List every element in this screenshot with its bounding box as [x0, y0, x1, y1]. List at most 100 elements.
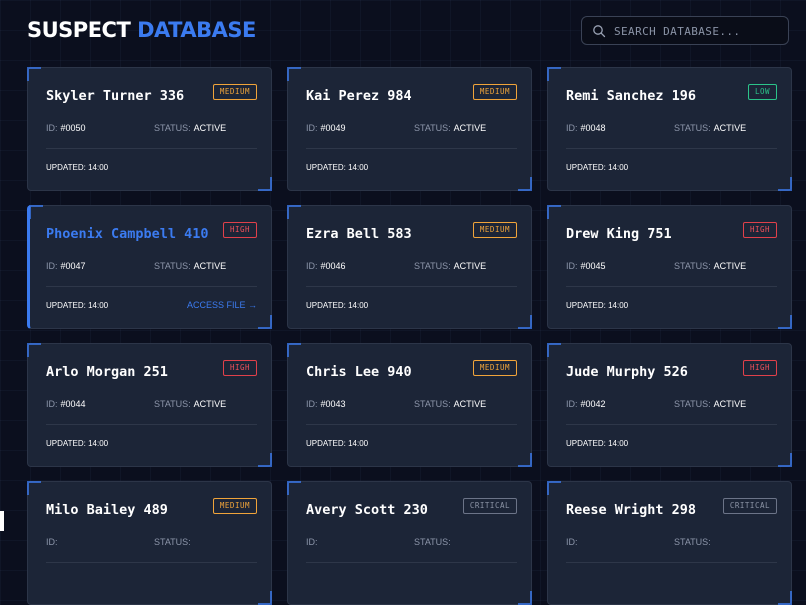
- card-meta: ID: #0045 STATUS: ACTIVE: [566, 261, 776, 273]
- suspect-card[interactable]: Arlo Morgan 251 HIGH ID: #0044 STATUS: ACT…: [27, 343, 272, 467]
- status-label: STATUS:: [414, 261, 451, 271]
- id-value: #0047: [60, 261, 86, 271]
- suspect-name: Ezra Bell 583: [306, 226, 412, 242]
- id-value: #0049: [320, 123, 346, 133]
- card-meta: ID: #0042 STATUS: ACTIVE: [566, 399, 776, 411]
- threat-badge: CRITICAL: [722, 498, 777, 514]
- suspect-name: Remi Sanchez 196: [566, 88, 697, 104]
- suspect-card[interactable]: Kai Perez 984 MEDIUM ID: #0049 STATUS: ACT…: [287, 67, 532, 191]
- threat-badge: CRITICAL: [462, 498, 517, 514]
- edge-marker: [0, 511, 4, 531]
- suspect-id: ID: #0049: [306, 123, 346, 133]
- title-accent: DATABASE: [137, 18, 256, 42]
- suspect-id: ID: #0045: [566, 261, 606, 271]
- status-value: ACTIVE: [193, 399, 227, 409]
- card-meta: ID: #0044 STATUS: ACTIVE: [46, 399, 256, 411]
- id-label: ID:: [46, 537, 58, 547]
- suspect-status: STATUS:: [414, 537, 454, 547]
- card-meta: ID: #0049 STATUS: ACTIVE: [306, 123, 516, 135]
- threat-badge: MEDIUM: [212, 84, 257, 100]
- id-value: #0046: [320, 261, 346, 271]
- updated-time: UPDATED: 14:00: [46, 439, 109, 448]
- suspect-status: STATUS: ACTIVE: [674, 123, 746, 133]
- card-meta: ID: #0047 STATUS: ACTIVE: [46, 261, 256, 273]
- status-label: STATUS:: [414, 399, 451, 409]
- status-label: STATUS:: [154, 399, 191, 409]
- suspect-status: STATUS: ACTIVE: [414, 261, 486, 271]
- suspect-id: ID:: [306, 537, 321, 547]
- threat-badge: MEDIUM: [212, 498, 257, 514]
- id-label: ID:: [566, 123, 578, 133]
- status-label: STATUS:: [414, 123, 451, 133]
- card-divider: [566, 424, 777, 425]
- suspect-id: ID: #0047: [46, 261, 86, 271]
- threat-badge: HIGH: [222, 222, 257, 238]
- id-value: #0048: [580, 123, 606, 133]
- status-value: ACTIVE: [713, 399, 747, 409]
- updated-time: UPDATED: 14:00: [306, 163, 369, 172]
- suspect-card[interactable]: Skyler Turner 336 MEDIUM ID: #0050 STATUS…: [27, 67, 272, 191]
- suspect-card[interactable]: Jude Murphy 526 HIGH ID: #0042 STATUS: ACT…: [547, 343, 792, 467]
- id-value: #0050: [60, 123, 86, 133]
- suspect-name: Avery Scott 230: [306, 502, 428, 518]
- threat-badge: HIGH: [742, 360, 777, 376]
- suspect-card[interactable]: Milo Bailey 489 MEDIUM ID: STATUS:: [27, 481, 272, 605]
- id-label: ID:: [566, 399, 578, 409]
- status-label: STATUS:: [154, 261, 191, 271]
- suspect-card[interactable]: Ezra Bell 583 MEDIUM ID: #0046 STATUS: ACT…: [287, 205, 532, 329]
- card-divider: [306, 424, 517, 425]
- access-file-link[interactable]: ACCESS FILE →: [187, 300, 257, 310]
- suspect-status: STATUS: ACTIVE: [674, 261, 746, 271]
- suspect-id: ID:: [566, 537, 581, 547]
- suspect-name: Chris Lee 940: [306, 364, 412, 380]
- search-box[interactable]: [581, 16, 789, 45]
- updated-time: UPDATED: 14:00: [46, 163, 109, 172]
- id-label: ID:: [46, 399, 58, 409]
- suspect-card[interactable]: Reese Wright 298 CRITICAL ID: STATUS:: [547, 481, 792, 605]
- card-divider: [46, 562, 257, 563]
- status-value: ACTIVE: [713, 123, 747, 133]
- updated-time: UPDATED: 14:00: [306, 301, 369, 310]
- card-divider: [306, 286, 517, 287]
- status-value: ACTIVE: [453, 399, 487, 409]
- status-label: STATUS:: [674, 261, 711, 271]
- id-label: ID:: [46, 123, 58, 133]
- suspect-card[interactable]: Drew King 751 HIGH ID: #0045 STATUS: ACTIV…: [547, 205, 792, 329]
- threat-badge: MEDIUM: [472, 360, 517, 376]
- status-label: STATUS:: [674, 123, 711, 133]
- status-label: STATUS:: [674, 537, 711, 547]
- suspect-id: ID: #0044: [46, 399, 86, 409]
- updated-time: UPDATED: 14:00: [566, 301, 629, 310]
- id-label: ID:: [46, 261, 58, 271]
- updated-time: UPDATED: 14:00: [46, 301, 109, 310]
- card-divider: [566, 148, 777, 149]
- suspect-card[interactable]: Avery Scott 230 CRITICAL ID: STATUS:: [287, 481, 532, 605]
- page-header: SUSPECT DATABASE: [27, 16, 791, 48]
- suspect-status: STATUS: ACTIVE: [674, 399, 746, 409]
- threat-badge: LOW: [747, 84, 777, 100]
- suspect-name: Reese Wright 298: [566, 502, 697, 518]
- suspect-id: ID: #0042: [566, 399, 606, 409]
- id-label: ID:: [306, 261, 318, 271]
- threat-badge: HIGH: [742, 222, 777, 238]
- suspect-name: Arlo Morgan 251: [46, 364, 168, 380]
- suspect-card[interactable]: Phoenix Campbell 410 HIGH ID: #0047 STATU…: [27, 205, 272, 329]
- suspect-name: Phoenix Campbell 410: [46, 226, 209, 242]
- status-label: STATUS:: [674, 399, 711, 409]
- suspect-grid: Skyler Turner 336 MEDIUM ID: #0050 STATUS…: [27, 67, 792, 605]
- title-main: SUSPECT: [27, 18, 131, 42]
- suspect-id: ID: #0046: [306, 261, 346, 271]
- search-input[interactable]: [614, 21, 780, 41]
- threat-badge: HIGH: [222, 360, 257, 376]
- suspect-card[interactable]: Chris Lee 940 MEDIUM ID: #0043 STATUS: ACT…: [287, 343, 532, 467]
- suspect-name: Milo Bailey 489: [46, 502, 168, 518]
- status-value: ACTIVE: [453, 123, 487, 133]
- id-value: #0044: [60, 399, 86, 409]
- updated-time: UPDATED: 14:00: [566, 439, 629, 448]
- status-value: ACTIVE: [713, 261, 747, 271]
- threat-badge: MEDIUM: [472, 222, 517, 238]
- suspect-status: STATUS: ACTIVE: [414, 123, 486, 133]
- card-meta: ID: #0050 STATUS: ACTIVE: [46, 123, 256, 135]
- suspect-card[interactable]: Remi Sanchez 196 LOW ID: #0048 STATUS: ACT…: [547, 67, 792, 191]
- card-divider: [566, 286, 777, 287]
